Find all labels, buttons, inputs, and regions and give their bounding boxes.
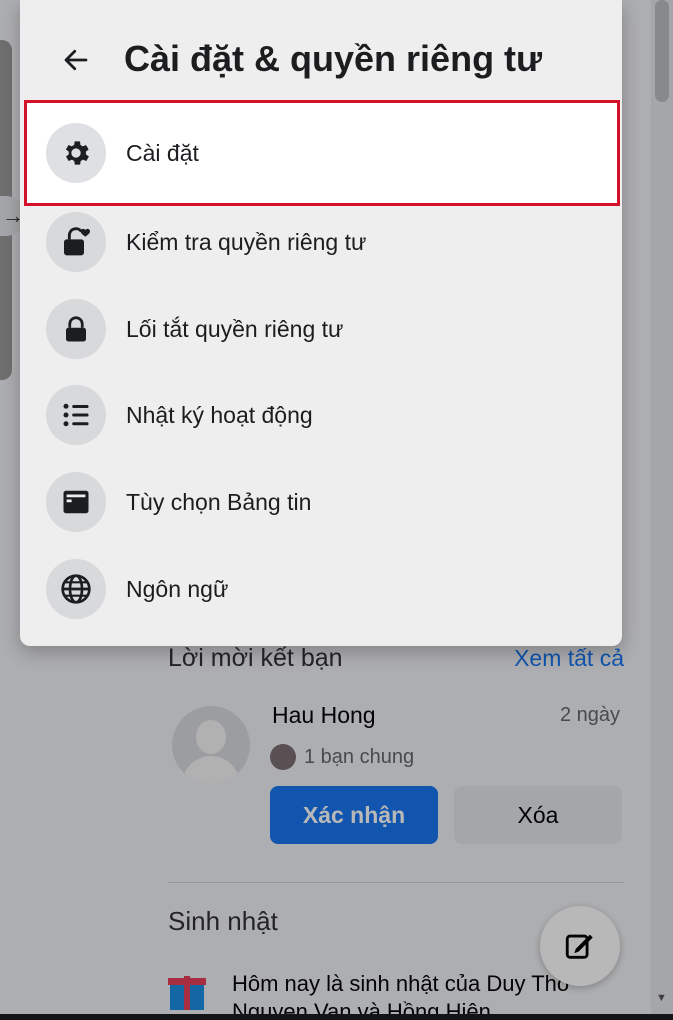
menu-item-label: Nhật ký hoạt động	[126, 401, 313, 428]
list-icon	[63, 403, 89, 427]
menu-header: Cài đặt & quyền riêng tư	[20, 28, 622, 94]
menu-item-label: Ngôn ngữ	[126, 575, 229, 602]
gear-icon	[65, 141, 89, 165]
globe-icon-circle	[46, 559, 106, 619]
lock-heart-icon-circle	[46, 212, 106, 272]
lock-icon	[66, 316, 86, 342]
menu-title: Cài đặt & quyền riêng tư	[124, 38, 543, 79]
globe-icon	[61, 574, 91, 604]
back-button[interactable]	[54, 38, 98, 82]
menu-item-privacy-checkup[interactable]: Kiểm tra quyền riêng tư	[24, 200, 618, 284]
lock-heart-icon	[64, 227, 90, 256]
menu-item-label: Cài đặt	[126, 139, 199, 166]
list-icon-circle	[46, 385, 106, 445]
menu-item-activity-log[interactable]: Nhật ký hoạt động	[24, 373, 618, 457]
menu-item-label: Kiểm tra quyền riêng tư	[126, 228, 367, 255]
menu-item-label: Lối tắt quyền riêng tư	[126, 315, 344, 342]
menu-item-feed-preferences[interactable]: Tùy chọn Bảng tin	[24, 460, 618, 544]
settings-privacy-menu: Cài đặt & quyền riêng tư Cài đặt Kiểm tr…	[20, 0, 622, 646]
feed-icon	[63, 490, 89, 514]
menu-item-privacy-shortcuts[interactable]: Lối tắt quyền riêng tư	[24, 287, 618, 371]
lock-icon-circle	[46, 299, 106, 359]
gear-icon-circle	[46, 123, 106, 183]
feed-icon-circle	[46, 472, 106, 532]
arrow-left-icon	[64, 49, 88, 71]
menu-item-label: Tùy chọn Bảng tin	[126, 488, 312, 515]
menu-item-language[interactable]: Ngôn ngữ	[24, 547, 618, 631]
menu-item-settings[interactable]: Cài đặt	[24, 100, 620, 206]
